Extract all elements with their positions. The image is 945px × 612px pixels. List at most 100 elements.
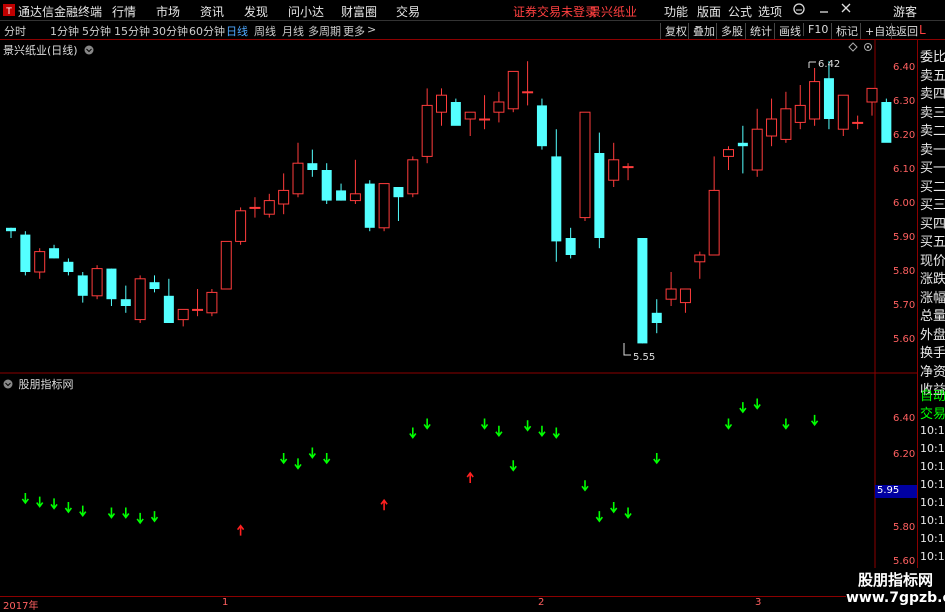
candle-body[interactable] [823,78,834,119]
candle-body[interactable] [737,142,748,147]
candle-body[interactable] [450,102,461,126]
candle-body[interactable] [464,111,476,120]
candle-body[interactable] [49,248,60,259]
candle-body[interactable] [679,288,691,304]
period-daily[interactable]: 日线 [226,23,248,39]
period-5min[interactable]: 5分钟 [82,23,111,39]
minimize-icon[interactable] [818,1,830,18]
login-warning[interactable]: 证券交易未登录 [513,3,597,20]
candle-body[interactable] [507,70,519,110]
candle-body[interactable] [551,156,562,242]
candle-body[interactable] [421,104,433,157]
toolbar-draw-button[interactable]: 画线 [774,23,801,39]
candle-body[interactable] [34,251,46,273]
menu-news[interactable]: 资讯 [200,3,224,20]
menu-wealth-circle[interactable]: 财富圈 [341,3,377,20]
candle-body[interactable] [192,308,204,311]
candle-body[interactable] [665,288,677,300]
toolbar-overlay-button[interactable]: 叠加 [688,23,715,39]
candle-body[interactable] [177,308,189,321]
candle-body[interactable] [881,102,892,143]
close-icon[interactable] [840,1,852,18]
period-1min[interactable]: 1分钟 [50,23,79,39]
candle-body[interactable] [20,234,31,272]
period-30min[interactable]: 30分钟 [152,23,188,39]
menu-layout[interactable]: 版面 [697,3,721,20]
candle-body[interactable] [163,295,174,323]
period-60min[interactable]: 60分钟 [189,23,225,39]
candle-body[interactable] [364,183,375,228]
toolbar-back-button[interactable]: 返回 [891,23,918,39]
guest-label[interactable]: 游客 [893,3,917,20]
candle-body[interactable] [278,189,290,205]
period-more[interactable]: 更多 [343,23,365,39]
menu-market[interactable]: 市场 [156,3,180,20]
menu-options[interactable]: 选项 [758,3,782,20]
candle-body[interactable] [249,206,261,209]
candle-body[interactable] [837,94,849,130]
candle-body[interactable] [292,162,304,195]
period-intraday[interactable]: 分时 [4,23,26,39]
candle-body[interactable] [766,118,778,137]
menu-discover[interactable]: 发现 [244,3,268,20]
candle-body[interactable] [651,312,662,323]
toolbar-f10-button[interactable]: F10 [803,23,828,36]
toolbar-mark-button[interactable]: 标记 [831,23,858,39]
candle-body[interactable] [794,104,806,123]
candle-body[interactable] [694,254,706,263]
menu-market-quotes[interactable]: 行情 [112,3,136,20]
candle-body[interactable] [321,170,332,201]
candle-body[interactable] [6,227,16,232]
candle-body[interactable] [307,163,318,170]
candle-body[interactable] [106,268,117,300]
indicator-dropdown-icon[interactable] [3,379,13,392]
candle-body[interactable] [149,282,160,289]
candle-body[interactable] [134,278,146,321]
candle-body[interactable] [263,200,275,215]
auto-trade-line1[interactable]: 自动 [920,385,945,404]
candle-body[interactable] [77,275,88,296]
candle-body[interactable] [479,118,491,121]
candle-body[interactable] [866,87,878,103]
candle-body[interactable] [780,108,792,140]
menu-ask[interactable]: 问小达 [288,3,324,20]
menu-formula[interactable]: 公式 [728,3,752,20]
candle-body[interactable] [637,238,648,344]
period-multi[interactable]: 多周期 [308,23,341,39]
candle-body[interactable] [493,101,505,113]
toolbar-adjust-button[interactable]: 复权 [660,23,687,39]
service-icon[interactable] [792,2,806,19]
candle-body[interactable] [349,193,361,202]
period-weekly[interactable]: 周线 [254,23,276,39]
candle-body[interactable] [565,238,576,255]
toolbar-stats-button[interactable]: 统计 [745,23,772,39]
candle-body[interactable] [522,91,534,94]
toolbar-multi-stock-button[interactable]: 多股 [716,23,743,39]
auto-trade-line2[interactable]: 交易 [920,403,945,422]
candle-body[interactable] [206,291,218,314]
candle-body[interactable] [235,210,247,242]
candle-body[interactable] [622,166,634,169]
candle-body[interactable] [436,94,447,113]
period-15min[interactable]: 15分钟 [114,23,150,39]
candle-body[interactable] [336,190,347,201]
candle-body[interactable] [536,105,547,147]
candle-body[interactable] [378,183,390,229]
candle-body[interactable] [63,261,74,272]
candle-body[interactable] [723,149,734,157]
candle-body[interactable] [708,189,720,256]
candle-body[interactable] [751,128,763,171]
period-monthly[interactable]: 月线 [282,23,304,39]
candle-body[interactable] [407,159,419,195]
candle-body[interactable] [91,268,103,297]
menu-function[interactable]: 功能 [664,3,688,20]
menu-trade[interactable]: 交易 [396,3,420,20]
candle-body[interactable] [608,159,620,181]
candle-body[interactable] [809,81,821,120]
candle-body[interactable] [852,121,864,124]
candle-body[interactable] [594,153,605,238]
candle-body[interactable] [393,187,404,198]
candle-body[interactable] [120,299,131,306]
candle-body[interactable] [579,111,591,219]
kline-chart[interactable] [0,40,917,596]
